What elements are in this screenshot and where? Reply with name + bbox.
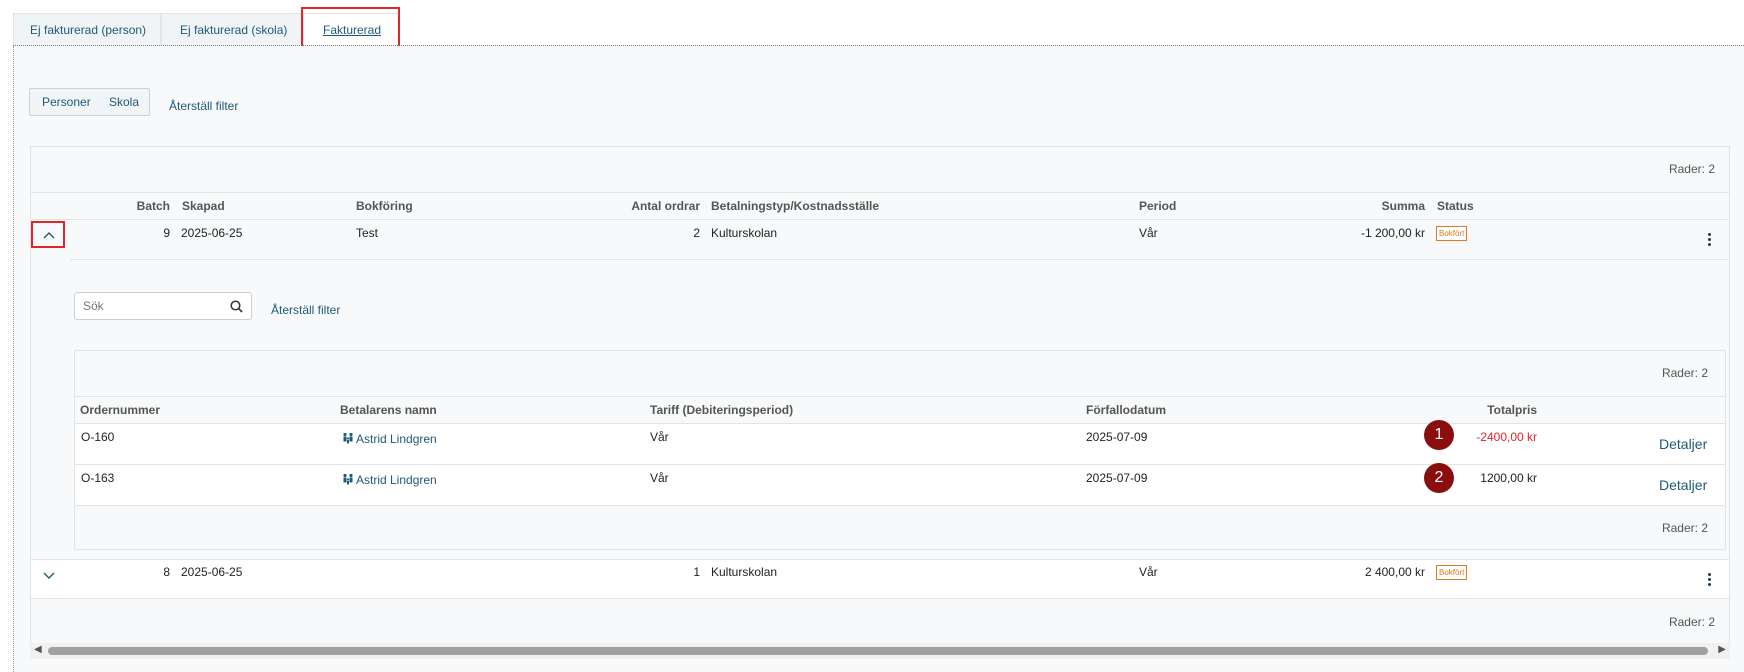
cell-period: Vår	[1139, 565, 1158, 579]
cell-due-date: 2025-07-09	[1086, 471, 1148, 485]
tab-ej-fakturerad-person[interactable]: Ej fakturerad (person)	[13, 13, 161, 45]
cell-total: -2400,00 kr	[1476, 430, 1537, 444]
family-icon	[343, 432, 353, 444]
details-link[interactable]: Detaljer	[1659, 477, 1707, 493]
search-icon[interactable]	[230, 300, 243, 313]
more-options-icon[interactable]	[1708, 233, 1712, 248]
divider	[75, 505, 1725, 506]
cell-sum: -1 200,00 kr	[1360, 226, 1425, 240]
header-batch: Batch	[136, 199, 170, 213]
cell-payment: Kulturskolan	[711, 226, 778, 240]
cell-tariff: Vår	[650, 430, 669, 444]
table-row	[31, 220, 1729, 260]
cell-sum: 2 400,00 kr	[1364, 565, 1425, 579]
header-period: Period	[1139, 199, 1177, 213]
row-count-top: Rader: 2	[1668, 162, 1715, 176]
status-badge: Bokfört	[1436, 565, 1468, 580]
cell-order-number: O-163	[81, 471, 115, 485]
tab-label: Ej fakturerad (person)	[30, 23, 147, 37]
toggle-persons[interactable]: Personer	[42, 95, 91, 109]
header-sum: Summa	[1381, 199, 1425, 213]
cell-payment: Kulturskolan	[711, 565, 778, 579]
cell-due-date: 2025-07-09	[1086, 430, 1148, 444]
filter-toggle-group: Personer Skola	[29, 88, 150, 116]
reset-filter-link-details[interactable]: Återställ filter	[271, 303, 340, 317]
expand-highlight-box	[31, 221, 65, 248]
family-icon	[343, 473, 353, 485]
header-status: Status	[1437, 199, 1474, 213]
cell-orders: 2	[693, 226, 700, 240]
tab-ej-fakturerad-skola[interactable]: Ej fakturerad (skola)	[161, 13, 303, 45]
cell-orders: 1	[693, 565, 700, 579]
horizontal-scrollbar[interactable]: ◀ ▶	[30, 643, 1730, 659]
payer-link[interactable]: Astrid Lindgren	[342, 473, 437, 487]
toggle-school[interactable]: Skola	[109, 95, 139, 109]
reset-filter-link[interactable]: Återställ filter	[169, 99, 238, 113]
cell-period: Vår	[1139, 226, 1158, 240]
search-input[interactable]	[83, 299, 223, 313]
more-options-icon[interactable]	[1708, 573, 1712, 588]
scrollbar-thumb[interactable]	[48, 647, 1708, 655]
row-count-details-bottom: Rader: 2	[1661, 521, 1708, 535]
chevron-down-icon[interactable]	[43, 569, 55, 583]
header-order-number: Ordernummer	[80, 403, 161, 417]
cell-tariff: Vår	[650, 471, 669, 485]
header-tariff: Tariff (Debiteringsperiod)	[650, 403, 794, 417]
cell-created: 2025-06-25	[181, 565, 243, 579]
row-count-bottom: Rader: 2	[1668, 615, 1715, 629]
divider	[70, 259, 1729, 260]
payer-name: Astrid Lindgren	[356, 432, 437, 446]
scroll-right-icon[interactable]: ▶	[1718, 644, 1726, 655]
header-due-date: Förfallodatum	[1086, 403, 1166, 417]
table-row	[31, 559, 1729, 599]
search-field[interactable]	[74, 292, 252, 320]
cell-order-number: O-160	[81, 430, 115, 444]
header-payment: Betalningstyp/Kostnadsställe	[711, 199, 880, 213]
cell-booking: Test	[356, 226, 379, 240]
cell-batch: 9	[163, 226, 170, 240]
divider	[31, 192, 1729, 193]
header-booking: Bokföring	[356, 199, 413, 213]
details-link[interactable]: Detaljer	[1659, 436, 1707, 452]
payer-name: Astrid Lindgren	[356, 473, 437, 487]
cell-total: 1200,00 kr	[1480, 471, 1537, 485]
header-created: Skapad	[182, 199, 225, 213]
tab-label: Ej fakturerad (skola)	[180, 23, 288, 37]
header-total: Totalpris	[1487, 403, 1537, 417]
row-count-details: Rader: 2	[1661, 366, 1708, 380]
cell-created: 2025-06-25	[181, 226, 243, 240]
header-orders: Antal ordrar	[631, 199, 700, 213]
cell-batch: 8	[163, 565, 170, 579]
divider	[75, 396, 1725, 397]
status-badge: Bokfört	[1436, 226, 1468, 241]
scroll-left-icon[interactable]: ◀	[34, 644, 42, 655]
header-payer: Betalarens namn	[340, 403, 437, 417]
payer-link[interactable]: Astrid Lindgren	[342, 432, 437, 446]
